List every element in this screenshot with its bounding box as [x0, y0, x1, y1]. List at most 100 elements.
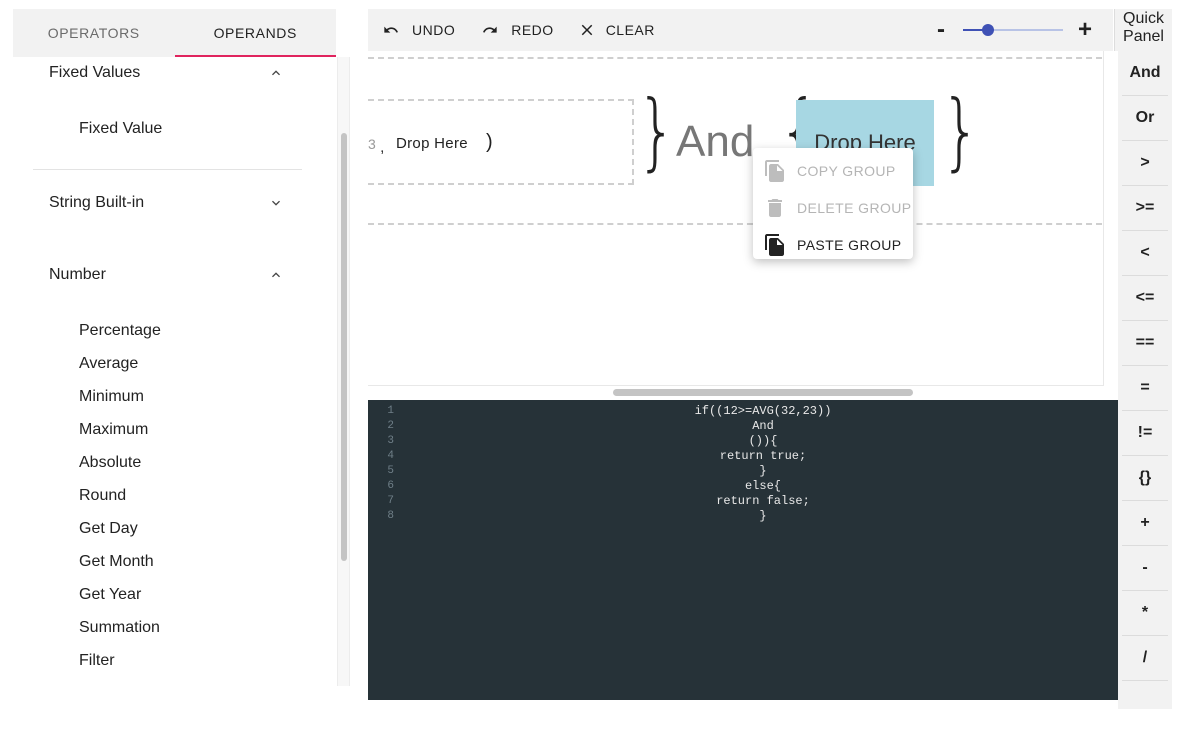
zoom-slider-thumb[interactable]: [982, 24, 994, 36]
code-line: 5}: [368, 464, 1118, 479]
tree-item-minimum[interactable]: Minimum: [79, 388, 144, 406]
quick-neq-button[interactable]: !=: [1122, 411, 1168, 456]
line-number: 6: [387, 480, 394, 492]
chevron-up-icon: [272, 70, 280, 76]
quick-divide-button[interactable]: /: [1122, 636, 1168, 681]
section-string-builtin[interactable]: String Built-in: [49, 189, 284, 217]
quick-assign-button[interactable]: =: [1122, 366, 1168, 411]
group-border: [368, 57, 1102, 59]
code-text: ()){: [748, 434, 778, 448]
redo-button[interactable]: REDO: [467, 9, 565, 51]
code-preview: 1 if((12>=AVG(32,23)) 2 And 3 ()){ 4 return …: [368, 400, 1118, 700]
zoom-in-button[interactable]: +: [1075, 16, 1095, 44]
line-number: 8: [387, 510, 394, 522]
code-line: 1 if((12>=AVG(32,23)): [368, 404, 1118, 419]
tree-item-fixed-value[interactable]: Fixed Value: [79, 120, 162, 138]
quick-lt-button[interactable]: <: [1122, 231, 1168, 276]
code-text: }: [759, 509, 767, 523]
section-label: Fixed Values: [49, 64, 141, 81]
code-text: And: [752, 419, 774, 433]
undo-button[interactable]: UNDO: [368, 9, 467, 51]
section-fixed-values[interactable]: Fixed Values: [49, 59, 284, 87]
quick-multiply-button[interactable]: *: [1122, 591, 1168, 636]
quick-lte-button[interactable]: <=: [1122, 276, 1168, 321]
trash-icon: [768, 198, 782, 217]
line-number: 1: [387, 405, 394, 417]
tree-item-absolute[interactable]: Absolute: [79, 454, 141, 472]
quick-eq-button[interactable]: ==: [1122, 321, 1168, 366]
undo-label: UNDO: [412, 22, 456, 38]
divider: [33, 169, 302, 170]
operand-fragment: 3: [368, 136, 376, 152]
and-operator[interactable]: And: [676, 117, 754, 167]
drop-zone[interactable]: Drop Here: [396, 135, 468, 152]
line-number: 2: [387, 420, 394, 432]
rule-canvas[interactable]: 3 , Drop Here ) } And { Drop Here }: [368, 51, 1104, 386]
copy-group-menu-item[interactable]: COPY GROUP: [753, 152, 913, 189]
clear-label: CLEAR: [605, 22, 655, 38]
tree-item-get-year[interactable]: Get Year: [79, 586, 141, 604]
close-paren: ): [486, 131, 493, 153]
tree-item-percentage[interactable]: Percentage: [79, 322, 161, 340]
code-line: 3 ()){: [368, 434, 1118, 449]
paste-icon: [765, 233, 784, 256]
quick-plus-button[interactable]: +: [1122, 501, 1168, 546]
copy-group-label: COPY GROUP: [797, 162, 896, 179]
copy-icon: [765, 159, 784, 182]
group-context-menu: COPY GROUP DELETE GROUP PASTE GROUP: [753, 148, 913, 259]
undo-icon: [384, 26, 398, 33]
chevron-down-icon: [272, 200, 280, 206]
line-number: 5: [387, 465, 394, 477]
delete-group-menu-item[interactable]: DELETE GROUP: [753, 189, 913, 226]
editor-toolbar: UNDO REDO CLEAR - +: [368, 9, 1113, 51]
quick-panel: And Or > >= < <= == = != {} + - * /: [1118, 51, 1172, 709]
quick-or-button[interactable]: Or: [1122, 96, 1168, 141]
quick-group-button[interactable]: {}: [1122, 456, 1168, 501]
section-label: Number: [49, 266, 106, 283]
quick-gte-button[interactable]: >=: [1122, 186, 1168, 231]
redo-icon: [483, 26, 497, 33]
line-number: 4: [387, 450, 394, 462]
code-text: if((12>=AVG(32,23)): [694, 404, 832, 418]
tree-item-round[interactable]: Round: [79, 487, 126, 505]
canvas-horizontal-scrollbar[interactable]: [613, 389, 913, 396]
paste-group-label: PASTE GROUP: [797, 236, 902, 253]
code-line: 7 return false;: [368, 494, 1118, 509]
quick-panel-title: Quick Panel: [1114, 9, 1172, 51]
tree-item-summation[interactable]: Summation: [79, 619, 160, 637]
tree-item-get-month[interactable]: Get Month: [79, 553, 154, 571]
tree-scrollbar-thumb[interactable]: [341, 133, 347, 561]
tree-scrollbar[interactable]: [337, 57, 350, 686]
tab-operands[interactable]: OPERANDS: [174, 9, 337, 57]
line-number: 3: [387, 435, 394, 447]
redo-label: REDO: [511, 22, 554, 38]
section-label: String Built-in: [49, 194, 145, 211]
code-line: 2 And: [368, 419, 1118, 434]
zoom-control: - +: [931, 9, 1095, 51]
chevron-up-icon: [272, 272, 280, 278]
paste-group-menu-item[interactable]: PASTE GROUP: [753, 226, 913, 263]
quick-minus-button[interactable]: -: [1122, 546, 1168, 591]
tree-item-average[interactable]: Average: [79, 355, 138, 373]
quick-and-button[interactable]: And: [1122, 51, 1168, 96]
operands-panel: OPERATORS OPERANDS Fixed Values Fixed Va…: [13, 9, 336, 686]
zoom-slider[interactable]: [963, 20, 1063, 40]
tab-operators[interactable]: OPERATORS: [13, 9, 175, 57]
comma-separator: ,: [380, 139, 385, 156]
delete-group-label: DELETE GROUP: [797, 199, 912, 216]
section-number[interactable]: Number: [49, 261, 284, 289]
clear-button[interactable]: CLEAR: [566, 9, 667, 51]
zoom-out-button[interactable]: -: [931, 16, 951, 44]
code-line: 6 else{: [368, 479, 1118, 494]
code-text: return false;: [716, 494, 810, 508]
code-text: return true;: [719, 449, 807, 463]
tree-item-get-day[interactable]: Get Day: [79, 520, 138, 538]
panel-tabs: OPERATORS OPERANDS: [13, 9, 336, 57]
quick-gt-button[interactable]: >: [1122, 141, 1168, 186]
tree-item-maximum[interactable]: Maximum: [79, 421, 148, 439]
operand-tree: Fixed Values Fixed Value String Built-in…: [13, 57, 336, 686]
tree-item-filter[interactable]: Filter: [79, 652, 115, 670]
code-text: }: [759, 464, 767, 478]
code-line: 4 return true;: [368, 449, 1118, 464]
close-icon: [581, 24, 592, 36]
